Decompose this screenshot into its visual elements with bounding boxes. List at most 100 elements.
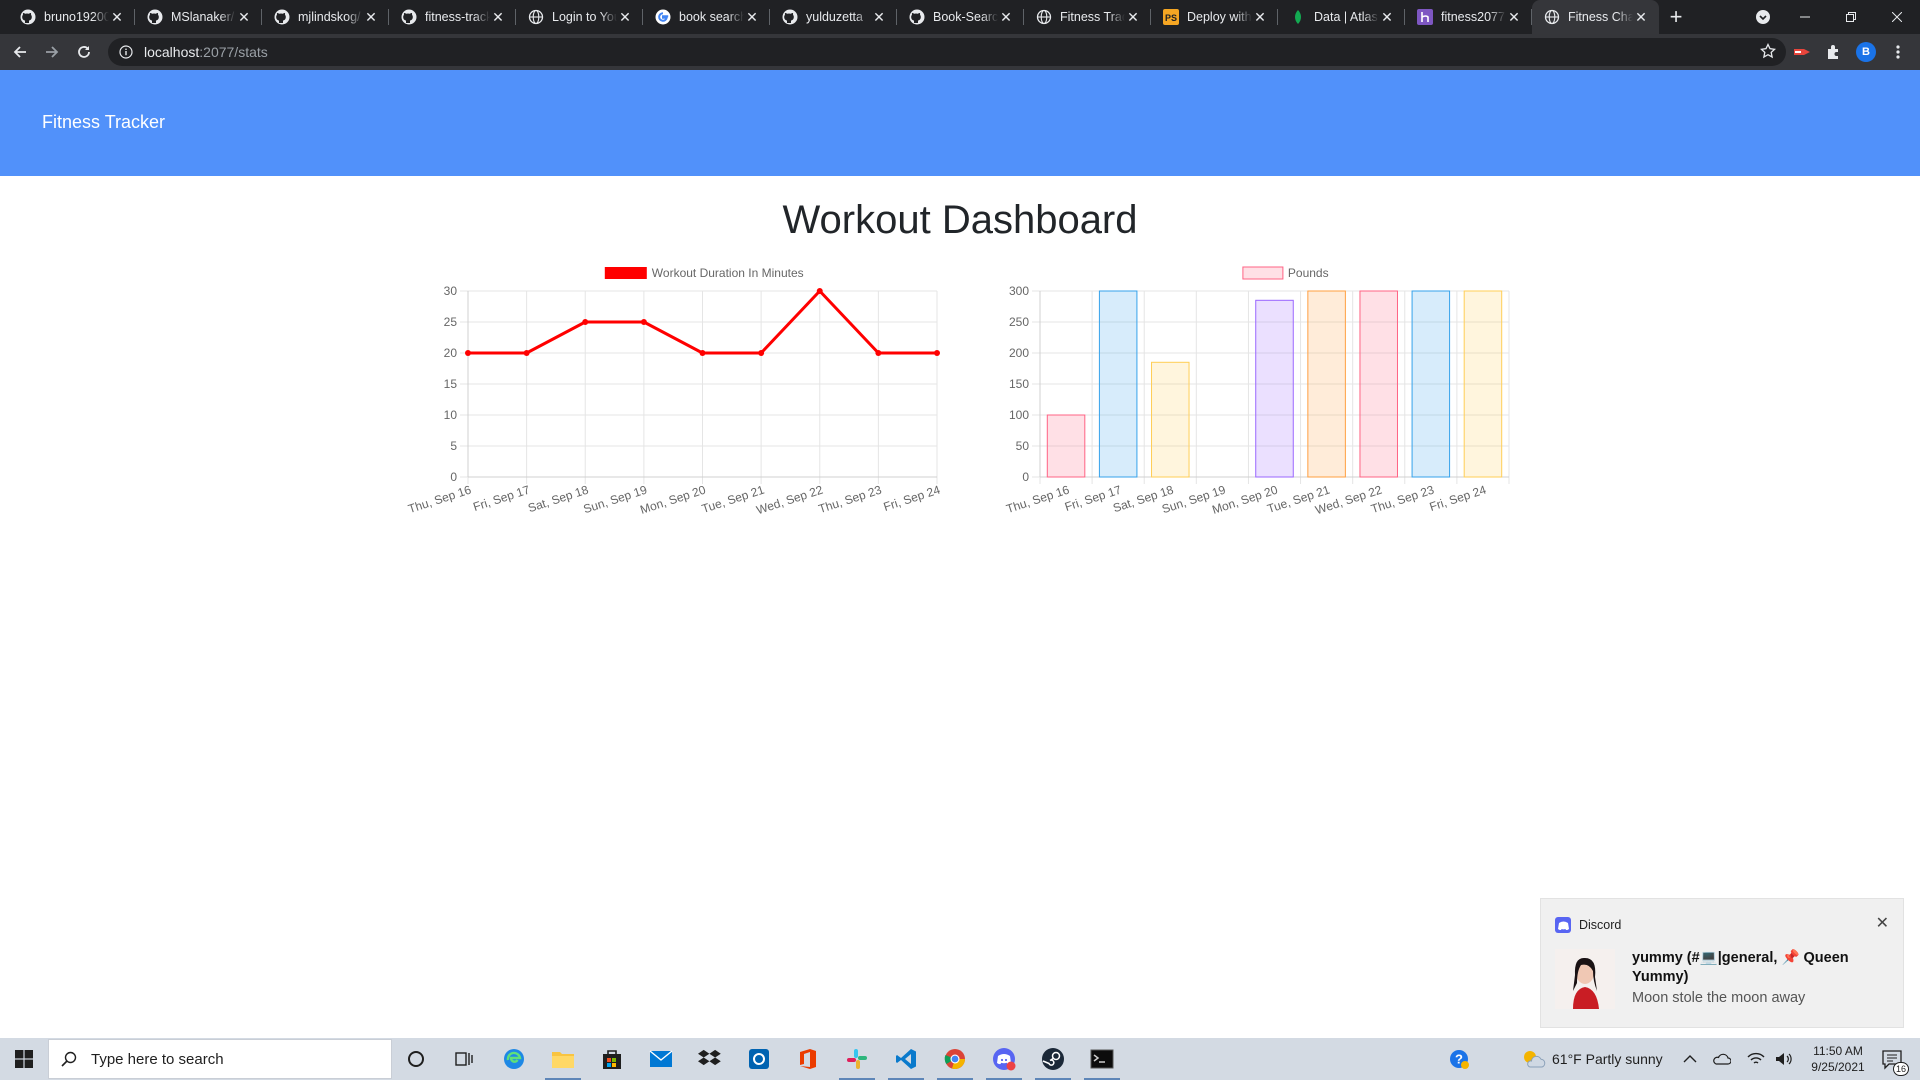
github-icon bbox=[274, 9, 290, 25]
task-view-button[interactable] bbox=[440, 1038, 488, 1080]
data-point bbox=[934, 350, 940, 356]
discord-notification[interactable]: Discord ✕ yummy (#💻|general, 📌 Queen Yum… bbox=[1540, 898, 1904, 1028]
globe-icon bbox=[1544, 9, 1560, 25]
x-tick-label: Mon, Sep 20 bbox=[638, 482, 707, 516]
action-center-button[interactable]: 16 bbox=[1880, 1038, 1909, 1080]
tab-close-icon[interactable]: ✕ bbox=[1125, 9, 1141, 25]
clock-date: 9/25/2021 bbox=[1811, 1060, 1865, 1074]
restore-button[interactable] bbox=[1828, 0, 1874, 34]
tab-close-icon[interactable]: ✕ bbox=[1633, 9, 1649, 25]
taskbar-search-box[interactable]: Type here to search bbox=[48, 1039, 392, 1079]
profile-avatar[interactable]: B bbox=[1854, 40, 1878, 64]
chrome-icon[interactable] bbox=[931, 1038, 979, 1080]
edge-icon[interactable] bbox=[490, 1038, 538, 1080]
office-icon[interactable] bbox=[784, 1038, 832, 1080]
dropbox-icon[interactable] bbox=[686, 1038, 734, 1080]
close-window-button[interactable] bbox=[1874, 0, 1920, 34]
help-icon[interactable]: ? bbox=[1448, 1038, 1470, 1080]
tab-title: Fitness Track bbox=[1060, 10, 1125, 24]
cortana-button[interactable] bbox=[392, 1038, 440, 1080]
tab-close-icon[interactable]: ✕ bbox=[871, 9, 887, 25]
weather-widget[interactable]: 61°F Partly sunny bbox=[1522, 1038, 1663, 1080]
forward-button[interactable] bbox=[36, 36, 68, 68]
minimize-button[interactable] bbox=[1782, 0, 1828, 34]
data-point bbox=[523, 350, 530, 356]
data-point bbox=[816, 288, 823, 294]
tab-close-icon[interactable]: ✕ bbox=[1252, 9, 1268, 25]
browser-tab[interactable]: yulduzetta ✕ bbox=[770, 0, 897, 34]
close-icon bbox=[1892, 12, 1902, 22]
browser-tab[interactable]: PS Deploy with ✕ bbox=[1151, 0, 1278, 34]
puzzle-extensions-icon[interactable] bbox=[1822, 40, 1846, 64]
browser-tab[interactable]: mjlindskog/✕ bbox=[262, 0, 389, 34]
terminal-icon[interactable] bbox=[1078, 1038, 1126, 1080]
y-tick-label: 100 bbox=[1009, 408, 1029, 422]
page-title: Workout Dashboard bbox=[782, 198, 1138, 242]
bar bbox=[1411, 290, 1451, 478]
browser-tab[interactable]: Data | Atlas ✕ bbox=[1278, 0, 1405, 34]
browser-tab[interactable]: fitness2077 ✕ bbox=[1405, 0, 1532, 34]
tab-close-icon[interactable]: ✕ bbox=[236, 9, 252, 25]
onedrive-icon[interactable] bbox=[1713, 1038, 1731, 1080]
pounds-bar-chart: Pounds 0 50 100 150 200 250 300 Thu, Sep 16 Fri, … bbox=[1004, 266, 1510, 517]
bar bbox=[1098, 290, 1138, 478]
tab-close-icon[interactable]: ✕ bbox=[109, 9, 125, 25]
tab-close-icon[interactable]: ✕ bbox=[1506, 9, 1522, 25]
wifi-icon[interactable] bbox=[1747, 1038, 1765, 1080]
tab-close-icon[interactable]: ✕ bbox=[490, 9, 506, 25]
start-button[interactable] bbox=[0, 1038, 48, 1080]
mail-icon[interactable] bbox=[637, 1038, 685, 1080]
vscode-icon[interactable] bbox=[882, 1038, 930, 1080]
x-tick-label: Thu, Sep 16 bbox=[1004, 482, 1071, 516]
tab-close-icon[interactable]: ✕ bbox=[1379, 9, 1395, 25]
steam-icon[interactable] bbox=[1029, 1038, 1077, 1080]
site-info-icon[interactable] bbox=[118, 44, 134, 60]
address-bar[interactable]: localhost:2077/stats bbox=[108, 38, 1786, 66]
bar bbox=[1463, 290, 1503, 478]
new-tab-button[interactable]: + bbox=[1659, 0, 1693, 34]
tab-title: Data | Atlas bbox=[1314, 10, 1378, 24]
browser-tab[interactable]: bruno19200 ✕ bbox=[8, 0, 135, 34]
discord-icon[interactable] bbox=[980, 1038, 1028, 1080]
extension-icon[interactable] bbox=[1790, 40, 1814, 64]
bar bbox=[1151, 361, 1190, 478]
browser-tab[interactable]: fitness-track ✕ bbox=[389, 0, 516, 34]
chrome-menu-icon[interactable] bbox=[1886, 40, 1910, 64]
file-explorer-icon[interactable] bbox=[539, 1038, 587, 1080]
tab-title: mjlindskog/ bbox=[298, 10, 361, 24]
tab-close-icon[interactable]: ✕ bbox=[744, 9, 760, 25]
tab-close-icon[interactable]: ✕ bbox=[617, 9, 633, 25]
tab-close-icon[interactable]: ✕ bbox=[998, 9, 1014, 25]
tab-title: book search bbox=[679, 10, 744, 24]
cortana-icon bbox=[408, 1051, 424, 1067]
browser-tab[interactable]: book search ✕ bbox=[643, 0, 770, 34]
reload-button[interactable] bbox=[68, 36, 100, 68]
tab-title: fitness2077 bbox=[1441, 10, 1505, 24]
back-button[interactable] bbox=[4, 36, 36, 68]
browser-tab[interactable]: Login to You ✕ bbox=[516, 0, 643, 34]
browser-tab[interactable]: Fitness Track✕ bbox=[1024, 0, 1151, 34]
microsoft-store-icon[interactable] bbox=[588, 1038, 636, 1080]
url-host: localhost bbox=[144, 44, 200, 60]
browser-tab[interactable]: Book-Search✕ bbox=[897, 0, 1024, 34]
tab-search-button[interactable] bbox=[1746, 0, 1780, 34]
chart-legend: Workout Duration In Minutes bbox=[604, 266, 804, 280]
x-tick-label: Fri, Sep 17 bbox=[471, 482, 531, 514]
bookmark-star-icon[interactable] bbox=[1759, 42, 1777, 64]
github-icon bbox=[909, 9, 925, 25]
volume-icon[interactable] bbox=[1775, 1038, 1793, 1080]
photos-icon[interactable] bbox=[735, 1038, 783, 1080]
github-icon bbox=[782, 9, 798, 25]
x-tick-label: Wed, Sep 22 bbox=[755, 482, 825, 517]
y-tick-label: 20 bbox=[444, 346, 458, 360]
system-clock[interactable]: 11:50 AM 9/25/2021 bbox=[1800, 1043, 1876, 1075]
tab-close-icon[interactable]: ✕ bbox=[363, 9, 379, 25]
show-hidden-icons-button[interactable] bbox=[1683, 1038, 1697, 1080]
notification-close-icon[interactable]: ✕ bbox=[1876, 913, 1889, 933]
windows-logo-icon bbox=[15, 1050, 33, 1068]
browser-tab[interactable]: MSlanaker/✕ bbox=[135, 0, 262, 34]
legend-label: Pounds bbox=[1288, 266, 1329, 280]
browser-tab[interactable]: Fitness Char ✕ bbox=[1532, 0, 1659, 34]
slack-icon[interactable] bbox=[833, 1038, 881, 1080]
brand-link[interactable]: Fitness Tracker bbox=[42, 112, 165, 133]
